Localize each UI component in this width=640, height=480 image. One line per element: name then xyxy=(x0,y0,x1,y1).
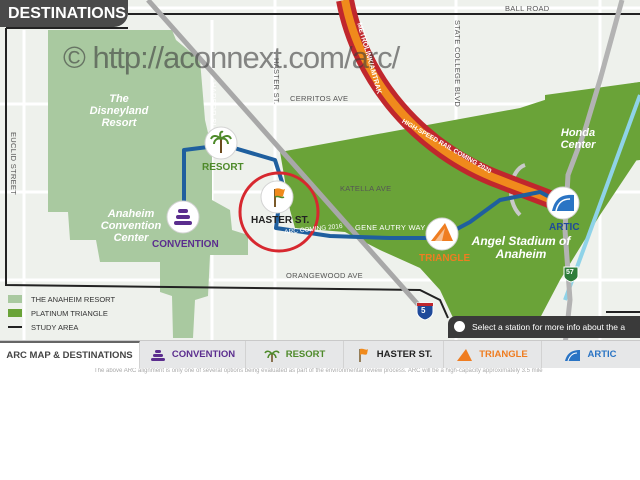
honda-center-area xyxy=(545,82,640,165)
convention-icon xyxy=(166,200,200,234)
station-label-convention[interactable]: CONVENTION xyxy=(152,239,219,250)
triangle-icon xyxy=(425,217,459,251)
watermark-text: © http://aconnext.com/arc/ xyxy=(63,40,400,75)
legend-item-anaheim-resort: THE ANAHEIM RESORT xyxy=(8,292,115,306)
tab-haster-st[interactable]: HASTER ST. xyxy=(344,341,444,368)
arc-map: © http://aconnext.com/arc/ DESTINATIONS … xyxy=(0,0,640,345)
legend-label: PLATINUM TRIANGLE xyxy=(31,308,108,318)
tab-arc-map-destinations[interactable]: ARC MAP & DESTINATIONS xyxy=(0,341,140,368)
street-label-katella-ave: KATELLA AVE xyxy=(340,184,392,193)
tab-resort[interactable]: RESORT xyxy=(246,341,344,368)
street-label-cerritos-ave: CERRITOS AVE xyxy=(290,94,349,103)
radio-icon xyxy=(454,321,465,332)
legend-label: THE ANAHEIM RESORT xyxy=(31,294,116,304)
tab-triangle[interactable]: TRIANGLE xyxy=(444,341,542,368)
area-label-honda-center: Honda Center xyxy=(560,127,596,151)
area-label-angel-stadium: Angel Stadium of Anaheim xyxy=(471,234,571,261)
street-label-orangewood-ave: ORANGEWOOD AVE xyxy=(286,271,363,280)
sr57-number: 57 xyxy=(566,269,574,276)
street-label-euclid-street: EUCLID STREET xyxy=(9,132,18,196)
legend-swatch-resort xyxy=(8,295,22,303)
tab-label: ARC MAP & DESTINATIONS xyxy=(6,350,133,361)
tab-label: TRIANGLE xyxy=(479,349,528,360)
map-legend: THE ANAHEIM RESORT PLATINUM TRIANGLE STU… xyxy=(8,292,115,334)
area-label-disneyland: The Disneyland Resort xyxy=(89,93,149,129)
legend-swatch-study-area xyxy=(8,326,22,328)
legend-item-study-area: STUDY AREA xyxy=(8,320,115,334)
tab-label: RESORT xyxy=(285,349,326,360)
interstate-5-number: 5 xyxy=(421,306,426,315)
street-label-gene-autry-way: GENE AUTRY WAY xyxy=(355,223,426,232)
station-label-resort[interactable]: RESORT xyxy=(202,162,244,173)
station-label-haster[interactable]: HASTER ST. xyxy=(251,215,309,226)
station-label-triangle[interactable]: TRIANGLE xyxy=(419,253,470,264)
convention-icon xyxy=(150,349,165,361)
legend-swatch-platinum xyxy=(8,309,22,317)
tab-label: CONVENTION xyxy=(171,349,236,360)
artic-icon xyxy=(565,349,581,361)
tab-convention[interactable]: CONVENTION xyxy=(140,341,246,368)
destination-tabs: ARC MAP & DESTINATIONS CONVENTION RESORT… xyxy=(0,340,640,368)
flag-icon xyxy=(359,348,368,362)
destinations-title: DESTINATIONS xyxy=(0,0,128,27)
triangle-icon xyxy=(457,348,473,361)
street-label-haster-st: HASTER ST. xyxy=(272,58,281,105)
select-station-prompt[interactable]: Select a station for more info about the… xyxy=(448,316,640,338)
tab-artic[interactable]: ARTIC xyxy=(542,341,640,368)
select-station-text: Select a station for more info about the… xyxy=(472,322,626,332)
alignment-footnote: The above ARC alignment is only one of s… xyxy=(94,368,543,374)
legend-label: STUDY AREA xyxy=(31,322,79,332)
tab-label: ARTIC xyxy=(587,349,617,360)
legend-item-platinum-triangle: PLATINUM TRIANGLE xyxy=(8,306,115,320)
flag-icon xyxy=(260,180,294,214)
street-label-state-college-blvd: STATE COLLEGE BLVD xyxy=(453,20,462,108)
tab-label: HASTER ST. xyxy=(376,349,433,360)
palm-icon xyxy=(204,126,238,160)
station-label-artic[interactable]: ARTIC xyxy=(549,222,580,233)
street-label-ball-road: BALL ROAD xyxy=(505,4,550,13)
palm-icon xyxy=(264,350,280,362)
artic-icon xyxy=(546,186,580,220)
